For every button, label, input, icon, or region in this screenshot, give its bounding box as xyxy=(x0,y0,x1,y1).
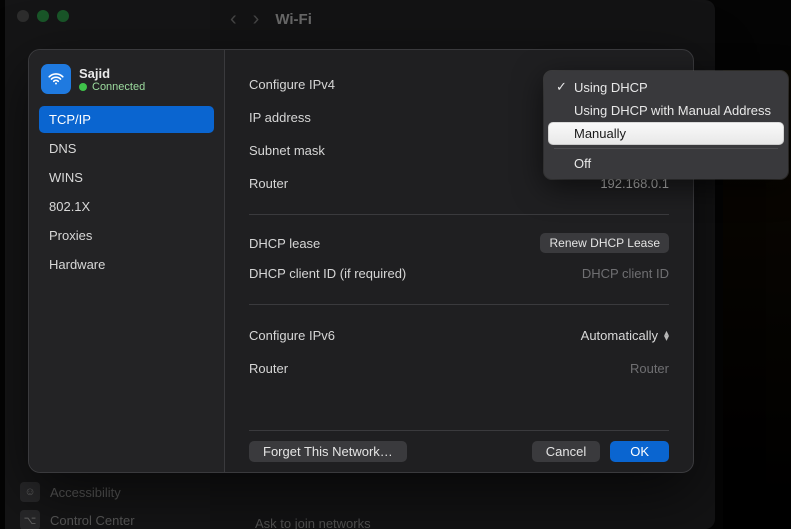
router-label: Router xyxy=(249,176,288,191)
configure-ipv4-dropdown: ✓ Using DHCP Using DHCP with Manual Addr… xyxy=(544,71,788,179)
divider xyxy=(249,214,669,215)
wifi-icon xyxy=(41,64,71,94)
dhcp-lease-label: DHCP lease xyxy=(249,236,320,251)
dropdown-item-using-dhcp-manual[interactable]: Using DHCP with Manual Address xyxy=(548,99,784,122)
router6-label: Router xyxy=(249,361,288,376)
sidebar-item-tcpip[interactable]: TCP/IP xyxy=(39,106,214,133)
configure-ipv4-label: Configure IPv4 xyxy=(249,77,335,92)
subnet-mask-label: Subnet mask xyxy=(249,143,325,158)
chevron-updown-icon: ▴▾ xyxy=(664,331,669,341)
network-header: Sajid Connected xyxy=(39,62,214,96)
sidebar-item-wins[interactable]: WINS xyxy=(39,164,214,191)
dropdown-item-label: Off xyxy=(574,156,591,171)
ok-button[interactable]: OK xyxy=(610,441,669,462)
ip-address-label: IP address xyxy=(249,110,311,125)
dropdown-separator xyxy=(554,148,778,149)
dropdown-item-label: Using DHCP xyxy=(574,80,648,95)
sheet-footer: Forget This Network… Cancel OK xyxy=(249,430,669,462)
renew-dhcp-lease-button[interactable]: Renew DHCP Lease xyxy=(540,233,669,253)
sidebar-item-hardware[interactable]: Hardware xyxy=(39,251,214,278)
sidebar-item-dns[interactable]: DNS xyxy=(39,135,214,162)
router6-value: Router xyxy=(630,361,669,376)
dropdown-item-label: Manually xyxy=(574,126,626,141)
dhcp-client-id-field[interactable]: DHCP client ID xyxy=(582,266,669,281)
configure-ipv6-label: Configure IPv6 xyxy=(249,328,335,343)
row-configure-ipv6: Configure IPv6 Automatically ▴▾ xyxy=(249,319,669,352)
dropdown-item-off[interactable]: Off xyxy=(548,152,784,175)
status-text: Connected xyxy=(92,81,145,93)
network-name: Sajid xyxy=(79,66,145,81)
status-dot-icon xyxy=(79,83,87,91)
sidebar-item-8021x[interactable]: 802.1X xyxy=(39,193,214,220)
sheet-sidebar: Sajid Connected TCP/IP DNS WINS 802.1X P… xyxy=(29,50,225,472)
dropdown-item-label: Using DHCP with Manual Address xyxy=(574,103,771,118)
sheet-sidebar-list: TCP/IP DNS WINS 802.1X Proxies Hardware xyxy=(39,106,214,278)
sidebar-item-proxies[interactable]: Proxies xyxy=(39,222,214,249)
network-status: Connected xyxy=(79,81,145,93)
dropdown-item-manually[interactable]: Manually xyxy=(548,122,784,145)
configure-ipv6-popup[interactable]: Automatically ▴▾ xyxy=(581,328,669,343)
row-router-ipv6: Router Router xyxy=(249,352,669,385)
checkmark-icon: ✓ xyxy=(556,79,568,95)
dropdown-item-using-dhcp[interactable]: ✓ Using DHCP xyxy=(548,75,784,99)
row-dhcp-client-id: DHCP client ID (if required) DHCP client… xyxy=(249,257,669,290)
dhcp-client-id-label: DHCP client ID (if required) xyxy=(249,266,406,281)
row-dhcp-lease: DHCP lease Renew DHCP Lease xyxy=(249,229,669,257)
configure-ipv6-value: Automatically xyxy=(581,328,658,343)
divider xyxy=(249,304,669,305)
cancel-button[interactable]: Cancel xyxy=(532,441,600,462)
forget-network-button[interactable]: Forget This Network… xyxy=(249,441,407,462)
